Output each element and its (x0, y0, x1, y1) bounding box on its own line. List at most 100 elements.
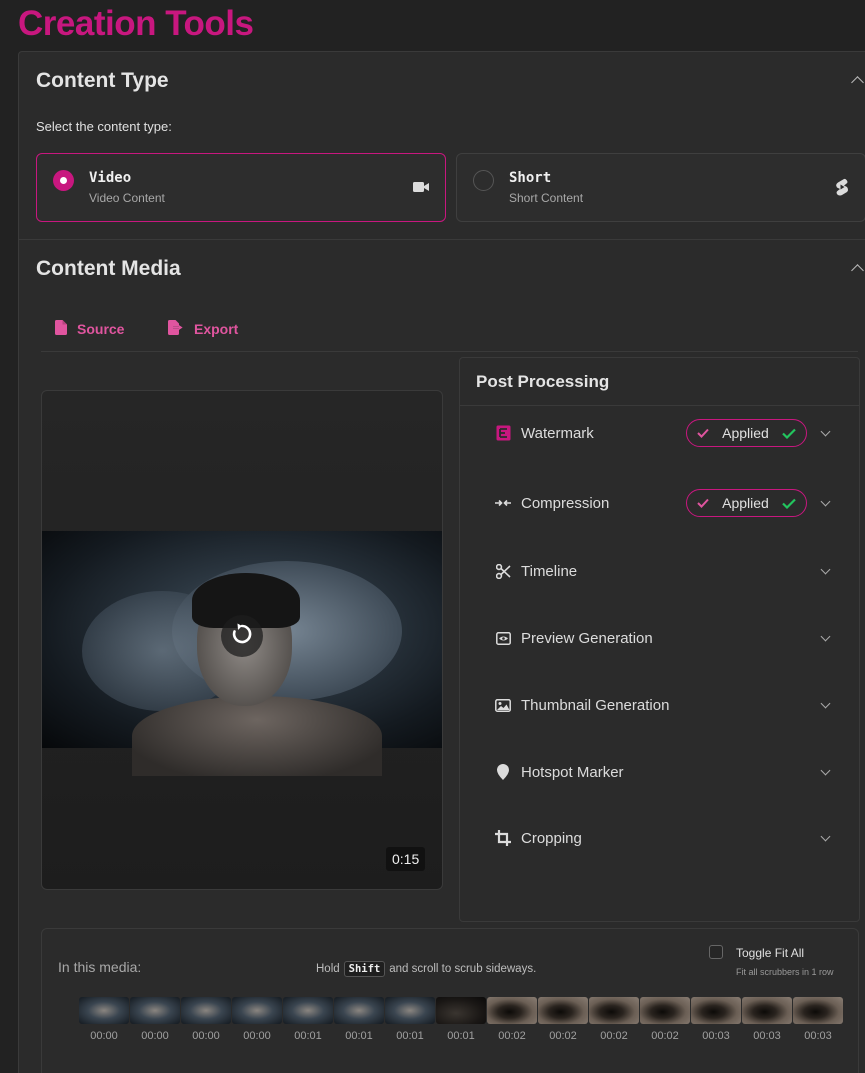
pp-item-label: Watermark (521, 424, 594, 442)
video-camera-icon (413, 180, 429, 198)
chevron-down-icon[interactable] (820, 426, 831, 437)
thumbnail-image (232, 997, 282, 1024)
check-icon (697, 498, 709, 508)
scrubber-thumbnail[interactable]: 00:00 (232, 997, 282, 1042)
tab-export-label: Export (194, 321, 239, 337)
shift-key-hint: Shift (343, 961, 386, 977)
success-check-icon (782, 498, 796, 509)
image-icon (494, 696, 512, 714)
toggle-fit-all-label[interactable]: Toggle Fit All (736, 946, 804, 960)
thumbnail-image (691, 997, 741, 1024)
thumbnail-image (793, 997, 843, 1024)
thumbnail-timestamp: 00:02 (600, 1030, 628, 1042)
thumbnail-image (385, 997, 435, 1024)
thumbnail-timestamp: 00:01 (345, 1030, 373, 1042)
in-this-media-label: In this media: (58, 959, 142, 975)
pp-item-timeline[interactable]: Timeline (494, 557, 834, 585)
scrubber-thumbnail[interactable]: 00:01 (385, 997, 435, 1042)
chevron-down-icon[interactable] (820, 564, 831, 575)
scrubber-thumbnail[interactable]: 00:02 (589, 997, 639, 1042)
thumbnail-timestamp: 00:00 (192, 1030, 220, 1042)
scrubber-thumbnail[interactable]: 00:03 (742, 997, 792, 1042)
scrubber-thumbnail[interactable]: 00:02 (538, 997, 588, 1042)
scrubber-thumbnail[interactable]: 00:01 (436, 997, 486, 1042)
thumbnail-image (538, 997, 588, 1024)
scrubber-thumbnail[interactable]: 00:03 (793, 997, 843, 1042)
video-radio[interactable] (53, 170, 74, 191)
short-option-subtitle: Short Content (509, 191, 584, 205)
pp-item-hotspot-marker[interactable]: Hotspot Marker (494, 758, 834, 786)
pp-item-label: Cropping (521, 829, 582, 847)
scrubber-thumbnail[interactable]: 00:00 (130, 997, 180, 1042)
pp-item-label: Preview Generation (521, 629, 653, 647)
check-icon (697, 428, 709, 438)
scrubber-thumbnail[interactable]: 00:00 (181, 997, 231, 1042)
scrub-hint: Hold Shift and scroll to scrub sideways. (316, 961, 537, 977)
thumbnail-image (130, 997, 180, 1024)
thumbnail-image (436, 997, 486, 1024)
pp-item-label: Compression (521, 494, 610, 512)
short-radio[interactable] (473, 170, 494, 191)
pp-item-label: Timeline (521, 562, 578, 580)
replay-button[interactable] (221, 615, 263, 657)
tab-source[interactable]: Source (55, 320, 124, 338)
thumbnail-timestamp: 00:00 (141, 1030, 169, 1042)
media-scrubber-panel: In this media: Hold Shift and scroll to … (41, 928, 859, 1073)
scrubber-thumbnail[interactable]: 00:02 (640, 997, 690, 1042)
video-option-subtitle: Video Content (89, 191, 165, 205)
thumbnail-timestamp: 00:01 (396, 1030, 424, 1042)
watermark-icon (494, 424, 512, 442)
pp-item-thumbnail-generation[interactable]: Thumbnail Generation (494, 691, 834, 719)
scrubber-thumbnail[interactable]: 00:01 (283, 997, 333, 1042)
scrubber-thumbnail[interactable]: 00:03 (691, 997, 741, 1042)
thumbnail-timestamp: 00:02 (498, 1030, 526, 1042)
pp-item-preview-generation[interactable]: Preview Generation (494, 624, 834, 652)
content-type-title: Content Type (36, 69, 169, 92)
thumbnail-image (589, 997, 639, 1024)
pp-item-label: Thumbnail Generation (521, 696, 670, 714)
chevron-down-icon[interactable] (820, 698, 831, 709)
chevron-down-icon[interactable] (820, 631, 831, 642)
thumbnail-image (742, 997, 792, 1024)
thumbnail-timestamp: 00:00 (243, 1030, 271, 1042)
content-type-option-video[interactable]: Video Video Content (36, 153, 446, 222)
section-divider (19, 239, 865, 240)
scrubber-thumbnail[interactable]: 00:00 (79, 997, 129, 1042)
file-icon (55, 320, 67, 338)
tab-export[interactable]: Export (168, 320, 238, 338)
thumbnail-timestamp: 00:03 (804, 1030, 832, 1042)
chevron-down-icon[interactable] (820, 496, 831, 507)
file-export-icon (168, 320, 184, 338)
toggle-fit-all-checkbox[interactable] (709, 945, 723, 959)
thumbnail-image (640, 997, 690, 1024)
content-type-instruction: Select the content type: (36, 119, 172, 134)
scrubber-thumbnails: 00:00 00:00 00:00 00:00 00:01 00:01 00:01 00:01… (79, 997, 843, 1042)
scrubber-thumbnail[interactable]: 00:02 (487, 997, 537, 1042)
scrubber-thumbnail[interactable]: 00:01 (334, 997, 384, 1042)
chevron-down-icon[interactable] (820, 765, 831, 776)
pp-item-label: Hotspot Marker (521, 763, 624, 781)
thumbnail-timestamp: 00:02 (651, 1030, 679, 1042)
thumbnail-timestamp: 00:03 (753, 1030, 781, 1042)
content-type-option-short[interactable]: Short Short Content (456, 153, 865, 222)
pp-item-cropping[interactable]: Cropping (494, 824, 834, 852)
thumbnail-image (283, 997, 333, 1024)
preview-icon (494, 629, 512, 647)
compress-icon (494, 494, 512, 512)
thumbnail-timestamp: 00:00 (90, 1030, 118, 1042)
video-time-display: 0:15 (386, 847, 426, 871)
thumbnail-image (181, 997, 231, 1024)
chevron-down-icon[interactable] (820, 831, 831, 842)
pp-item-watermark[interactable]: Watermark Applied (494, 419, 834, 447)
pp-item-compression[interactable]: Compression Applied (494, 489, 834, 517)
short-option-title: Short (509, 170, 552, 186)
shorts-icon (835, 178, 849, 201)
replay-icon (230, 622, 254, 651)
toggle-fit-all-description: Fit all scrubbers in 1 row (736, 967, 834, 977)
crop-icon (494, 829, 512, 847)
thumbnail-image (79, 997, 129, 1024)
scissors-icon (494, 562, 512, 580)
post-processing-panel: Post Processing Watermark Applied Compre… (459, 357, 860, 922)
video-player[interactable]: 0:15 (41, 390, 443, 890)
video-option-title: Video (89, 170, 132, 186)
